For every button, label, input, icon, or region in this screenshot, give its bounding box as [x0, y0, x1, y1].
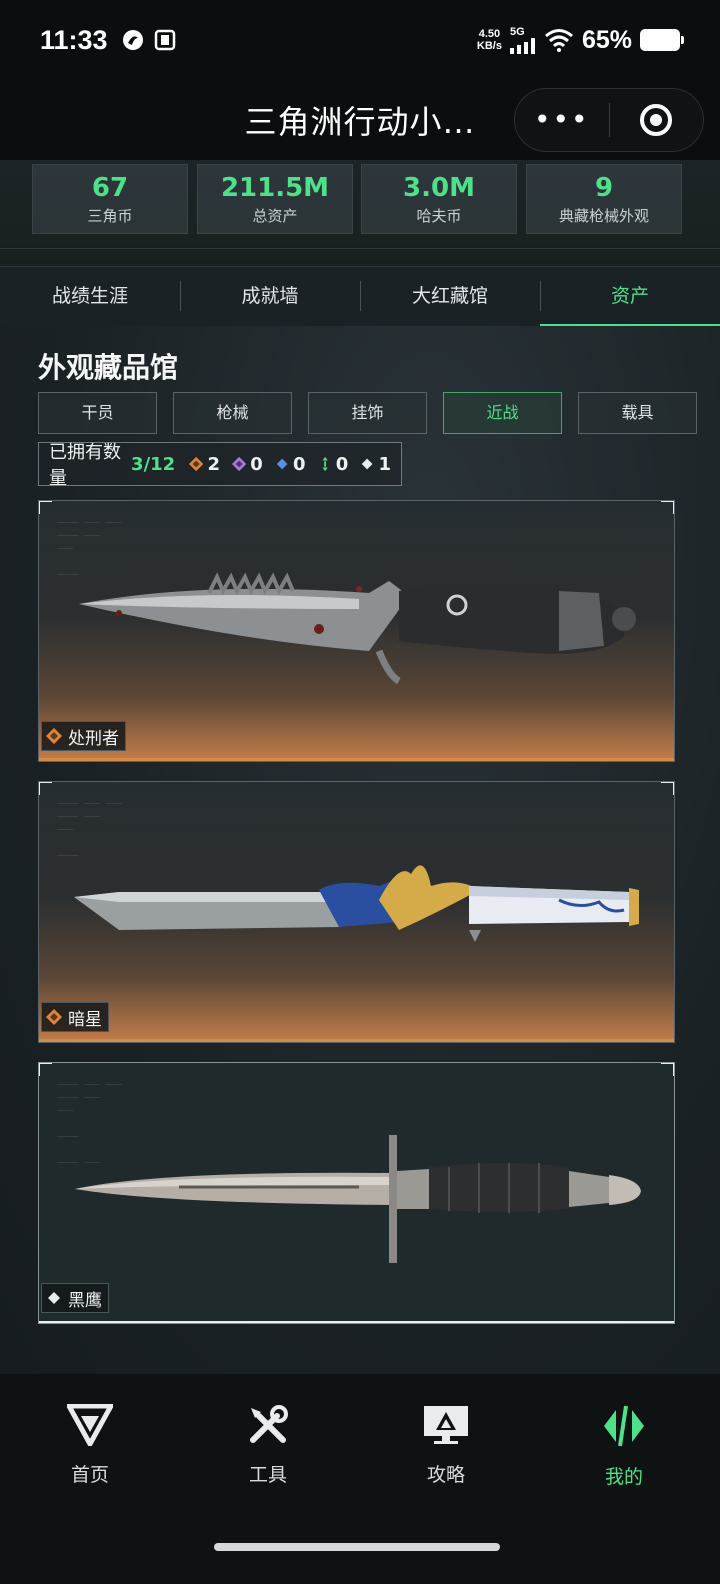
nav-home[interactable]: 首页	[0, 1403, 180, 1487]
title-bar: 三角洲行动小… •••	[0, 80, 720, 160]
signal-icon	[509, 38, 535, 54]
stat-card: 211.5M 总资产	[197, 164, 353, 234]
tab-red-collection[interactable]: 大红藏馆	[360, 267, 540, 326]
card-name: 暗星	[68, 1009, 102, 1030]
stat-card: 3.0M 哈夫币	[361, 164, 517, 234]
guide-monitor-icon	[424, 1406, 468, 1444]
purple-gem-icon	[231, 456, 247, 472]
filter-vehicles[interactable]: 载具	[578, 392, 697, 434]
stat-card: 67 三角币	[32, 164, 188, 234]
mini-program-capsule: •••	[514, 88, 704, 152]
filter-charms[interactable]: 挂饰	[308, 392, 427, 434]
stat-label: 总资产	[252, 207, 298, 225]
tools-icon	[250, 1405, 288, 1443]
filter-weapons[interactable]: 枪械	[173, 392, 292, 434]
divider	[0, 248, 720, 249]
orange-gem-icon	[46, 728, 62, 744]
stat-label: 哈夫币	[416, 207, 462, 225]
nav-tools[interactable]: 工具	[178, 1404, 358, 1487]
card-name-tag: 处刑者	[41, 721, 126, 751]
app-notification-icon	[122, 30, 143, 50]
more-button[interactable]: •••	[515, 106, 609, 134]
nav-guide[interactable]: 攻略	[356, 1404, 536, 1487]
assets-content: 外观藏品馆 干员 枪械 挂饰 近战 载具 已拥有数量 3/12 2 0 0 0 …	[0, 326, 720, 1374]
tab-career[interactable]: 战绩生涯	[0, 267, 180, 326]
collection-card[interactable]: ———— ——— ——— ———— ——— ——— ———— ———— ——— 黑鹰	[38, 1062, 675, 1324]
stat-label: 典藏枪械外观	[558, 207, 649, 225]
asset-stats: 67 三角币 211.5M 总资产 3.0M 哈夫币 9 典藏枪械外观	[0, 160, 720, 264]
owned-count: 3/12	[131, 453, 176, 475]
status-bar: 11:33 4.50 KB/s 5G 65%	[0, 0, 720, 80]
card-name-tag: 黑鹰	[41, 1283, 109, 1313]
category-filters: 干员 枪械 挂饰 近战 载具	[38, 392, 697, 434]
filter-melee[interactable]: 近战	[443, 392, 562, 434]
home-indicator[interactable]	[214, 1543, 500, 1551]
network-type: 5G	[509, 26, 525, 38]
collection-card[interactable]: ———— ——— ——— ———— ——— ——— ———— 处刑者	[38, 500, 675, 762]
stat-label: 三角币	[87, 207, 133, 225]
stat-value: 9	[594, 173, 614, 203]
green-gem-icon	[321, 456, 328, 472]
stat-value: 3.0M	[403, 173, 475, 203]
section-title: 外观藏品馆	[38, 351, 179, 384]
page-title: 三角洲行动小…	[244, 103, 476, 141]
card-name: 黑鹰	[68, 1290, 102, 1311]
battery-percent: 65%	[581, 25, 632, 54]
rarity-count: 0	[335, 453, 349, 475]
card-name-tag: 暗星	[41, 1002, 109, 1032]
card-name: 处刑者	[68, 728, 119, 749]
blue-gem-icon	[276, 458, 288, 470]
close-button[interactable]	[610, 104, 704, 136]
home-logo-icon	[64, 1403, 116, 1450]
rarity-count: 0	[250, 453, 263, 475]
stat-value: 211.5M	[220, 173, 330, 203]
target-icon	[640, 104, 673, 136]
collection-card[interactable]: ———— ——— ——— ———— ——— ——— ———— 暗星	[38, 781, 675, 1043]
owned-count-bar: 已拥有数量 3/12 2 0 0 0 1	[38, 442, 402, 489]
nav-label: 首页	[70, 1464, 109, 1486]
wifi-icon	[544, 29, 573, 52]
nav-label: 攻略	[426, 1464, 465, 1486]
rarity-count: 1	[378, 453, 392, 475]
battery-icon	[640, 29, 684, 51]
nav-profile[interactable]: 我的	[534, 1404, 714, 1489]
network-speed: 4.50 KB/s	[476, 28, 502, 52]
rarity-bar	[39, 1321, 674, 1323]
profile-logo-icon	[604, 1405, 644, 1447]
sim-notification-icon	[154, 29, 175, 51]
tab-assets[interactable]: 资产	[540, 267, 720, 327]
rarity-bar	[39, 1039, 674, 1042]
owned-label: 已拥有数量	[49, 442, 121, 489]
white-gem-icon	[48, 1292, 60, 1304]
stat-value: 67	[91, 173, 129, 203]
knife-image	[75, 1135, 641, 1263]
profile-tabs: 战绩生涯 成就墙 大红藏馆 资产	[0, 266, 720, 327]
rarity-count: 0	[292, 453, 306, 475]
stat-card: 9 典藏枪械外观	[526, 164, 682, 234]
knife-image	[79, 572, 636, 685]
bottom-navigation: 首页 工具 攻略 我的	[0, 1374, 720, 1584]
white-gem-icon	[362, 458, 373, 470]
tab-achievements[interactable]: 成就墙	[180, 267, 360, 326]
orange-gem-icon	[189, 456, 204, 472]
status-time: 11:33	[40, 24, 108, 55]
rarity-count: 2	[207, 453, 220, 475]
orange-gem-icon	[46, 1009, 62, 1025]
knife-image	[74, 865, 639, 942]
nav-label: 工具	[248, 1464, 287, 1486]
rarity-bar	[39, 758, 674, 761]
nav-label: 我的	[604, 1466, 643, 1488]
filter-operators[interactable]: 干员	[38, 392, 157, 434]
